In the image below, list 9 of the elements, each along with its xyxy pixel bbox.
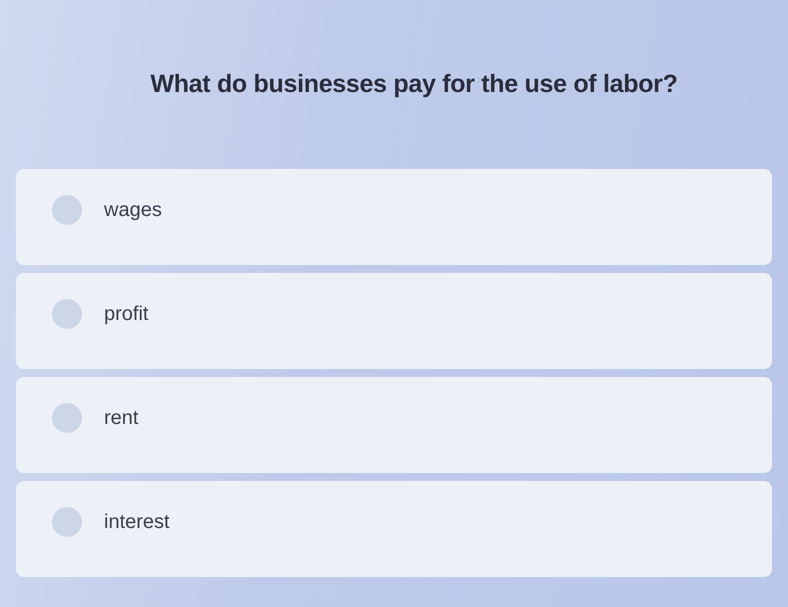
question-text: What do businesses pay for the use of labor? <box>149 70 678 99</box>
radio-icon[interactable] <box>52 299 82 329</box>
answer-option[interactable]: wages <box>16 169 772 265</box>
answer-option[interactable]: interest <box>16 481 772 577</box>
answer-option[interactable]: rent <box>16 377 772 473</box>
radio-icon[interactable] <box>52 195 82 225</box>
answer-option[interactable]: profit <box>16 273 772 369</box>
radio-icon[interactable] <box>52 507 82 537</box>
radio-icon[interactable] <box>52 403 82 433</box>
